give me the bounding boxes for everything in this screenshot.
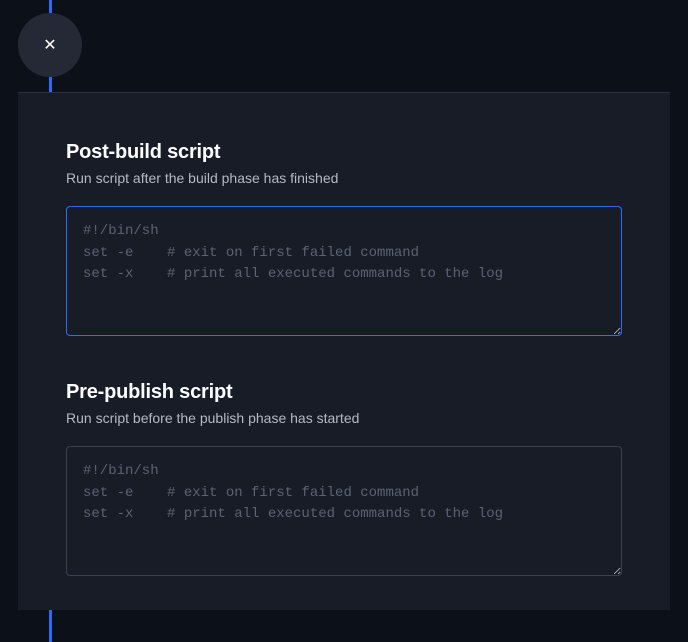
pre-publish-script-input[interactable] (66, 446, 622, 576)
close-icon: ✕ (43, 35, 56, 55)
post-build-desc: Run script after the build phase has fin… (66, 170, 622, 186)
post-build-script-input[interactable] (66, 206, 622, 336)
post-build-section: Post-build script Run script after the b… (66, 141, 622, 341)
scripts-panel: Post-build script Run script after the b… (18, 92, 670, 610)
pre-publish-title: Pre-publish script (66, 381, 622, 404)
pre-publish-section: Pre-publish script Run script before the… (66, 381, 622, 581)
post-build-title: Post-build script (66, 141, 622, 164)
timeline-line-bottom (49, 610, 52, 642)
close-button[interactable]: ✕ (18, 13, 82, 77)
pre-publish-desc: Run script before the publish phase has … (66, 410, 622, 426)
